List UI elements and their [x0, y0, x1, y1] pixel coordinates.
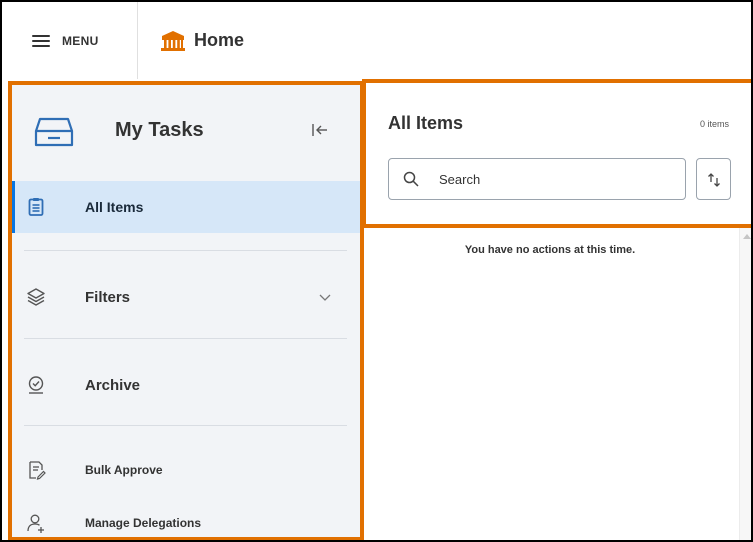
divider	[24, 425, 347, 426]
sidebar-header: My Tasks	[12, 85, 360, 181]
collapse-sidebar-icon[interactable]	[310, 122, 330, 138]
home-label: Home	[194, 30, 245, 50]
sidebar-title: My Tasks	[115, 119, 204, 141]
sidebar-item-label: Filters	[85, 288, 131, 306]
search-icon	[403, 171, 419, 187]
clipboard-icon	[28, 198, 44, 216]
sidebar-item-all-items[interactable]: All Items	[12, 181, 360, 233]
menu-button[interactable]: MENU	[2, 2, 138, 79]
building-icon	[161, 30, 185, 51]
top-bar: MENU Home	[2, 2, 751, 79]
sidebar-item-manage-delegations[interactable]: Manage Delegations	[12, 501, 360, 540]
sort-arrows-icon	[708, 173, 720, 187]
sidebar-item-filters[interactable]: Filters	[12, 271, 360, 323]
sidebar-item-archive[interactable]: Archive	[12, 359, 360, 411]
scroll-up-arrow-icon[interactable]	[743, 234, 751, 239]
sidebar-item-label: Manage Delegations	[85, 516, 202, 530]
scrollbar[interactable]	[739, 228, 751, 540]
archive-check-icon	[28, 376, 44, 394]
hamburger-icon	[32, 34, 50, 47]
divider	[24, 250, 347, 251]
inbox-tray-icon	[34, 117, 74, 147]
layers-icon	[27, 288, 45, 306]
item-count: 0 items	[700, 119, 730, 129]
divider	[24, 338, 347, 339]
bulk-approve-icon	[29, 461, 46, 480]
sidebar: My Tasks All Items Filters Archive Bulk …	[8, 81, 364, 540]
delegate-user-icon	[27, 514, 44, 533]
task-list: You have no actions at this time.	[366, 228, 751, 540]
sidebar-item-label: Bulk Approve	[85, 463, 163, 477]
search-input[interactable]	[439, 169, 669, 189]
home-link[interactable]: Home	[160, 2, 244, 79]
sidebar-item-label: Archive	[85, 376, 141, 394]
page-title: All Items	[388, 113, 464, 133]
menu-label: MENU	[62, 33, 99, 48]
search-box[interactable]	[388, 158, 686, 200]
empty-state-message: You have no actions at this time.	[464, 244, 636, 256]
chevron-down-icon	[319, 294, 331, 301]
main-header: All Items 0 items	[362, 79, 751, 228]
sidebar-item-label: All Items	[85, 199, 144, 215]
app-window: MENU Home My Tasks All Items Filters Arc…	[0, 0, 753, 542]
sort-button[interactable]	[696, 158, 731, 200]
sidebar-item-bulk-approve[interactable]: Bulk Approve	[12, 447, 360, 493]
